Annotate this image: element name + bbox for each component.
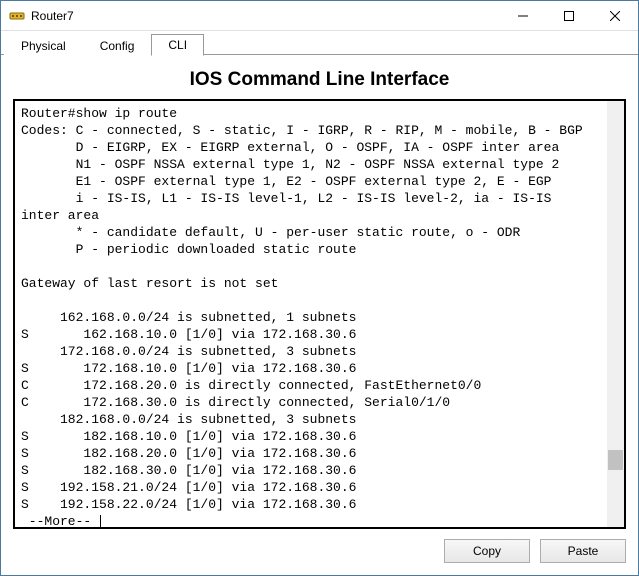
tab-bar: Physical Config CLI xyxy=(1,31,638,55)
cli-line: 182.168.0.0/24 is subnetted, 3 subnets xyxy=(21,412,356,427)
cli-line: S 182.168.20.0 [1/0] via 172.168.30.6 xyxy=(21,446,356,461)
cli-line: S 182.168.10.0 [1/0] via 172.168.30.6 xyxy=(21,429,356,444)
cli-line: P - periodic downloaded static route xyxy=(21,242,356,257)
cli-line: 172.168.0.0/24 is subnetted, 3 subnets xyxy=(21,344,356,359)
cli-line: N1 - OSPF NSSA external type 1, N2 - OSP… xyxy=(21,157,559,172)
cli-line: S 192.158.22.0/24 [1/0] via 172.168.30.6 xyxy=(21,497,356,512)
maximize-button[interactable] xyxy=(546,1,592,31)
button-row: Copy Paste xyxy=(13,539,626,563)
cli-line: inter area xyxy=(21,208,99,223)
cli-line: C 172.168.30.0 is directly connected, Se… xyxy=(21,395,450,410)
window-title: Router7 xyxy=(31,9,500,23)
tab-config[interactable]: Config xyxy=(83,35,152,56)
cli-line: i - IS-IS, L1 - IS-IS level-1, L2 - IS-I… xyxy=(21,191,552,206)
cli-line: C 172.168.20.0 is directly connected, Fa… xyxy=(21,378,481,393)
scrollbar[interactable] xyxy=(607,101,624,527)
paste-button[interactable]: Paste xyxy=(540,539,626,563)
close-button[interactable] xyxy=(592,1,638,31)
tab-cli[interactable]: CLI xyxy=(151,34,204,56)
minimize-button[interactable] xyxy=(500,1,546,31)
cursor-icon xyxy=(100,515,101,529)
cli-line: Codes: C - connected, S - static, I - IG… xyxy=(21,123,583,138)
panel-title: IOS Command Line Interface xyxy=(13,69,626,91)
titlebar: Router7 xyxy=(1,1,638,31)
cli-line: D - EIGRP, EX - EIGRP external, O - OSPF… xyxy=(21,140,559,155)
cli-line: Gateway of last resort is not set xyxy=(21,276,278,291)
tab-physical[interactable]: Physical xyxy=(4,35,83,56)
terminal-wrap: Router#show ip route Codes: C - connecte… xyxy=(13,99,626,529)
cli-line: Router#show ip route xyxy=(21,106,177,121)
cli-line: * - candidate default, U - per-user stat… xyxy=(21,225,520,240)
copy-button[interactable]: Copy xyxy=(444,539,530,563)
app-icon xyxy=(9,8,25,24)
cli-line: S 182.168.30.0 [1/0] via 172.168.30.6 xyxy=(21,463,356,478)
cli-line: S 162.168.10.0 [1/0] via 172.168.30.6 xyxy=(21,327,356,342)
scrollbar-thumb[interactable] xyxy=(608,450,623,470)
cli-more-prompt: --More-- xyxy=(21,514,99,529)
cli-line: 162.168.0.0/24 is subnetted, 1 subnets xyxy=(21,310,356,325)
cli-line: E1 - OSPF external type 1, E2 - OSPF ext… xyxy=(21,174,552,189)
cli-line: S 192.158.21.0/24 [1/0] via 172.168.30.6 xyxy=(21,480,356,495)
cli-panel: IOS Command Line Interface Router#show i… xyxy=(1,55,638,575)
cli-line: S 172.168.10.0 [1/0] via 172.168.30.6 xyxy=(21,361,356,376)
cli-terminal[interactable]: Router#show ip route Codes: C - connecte… xyxy=(13,99,626,529)
